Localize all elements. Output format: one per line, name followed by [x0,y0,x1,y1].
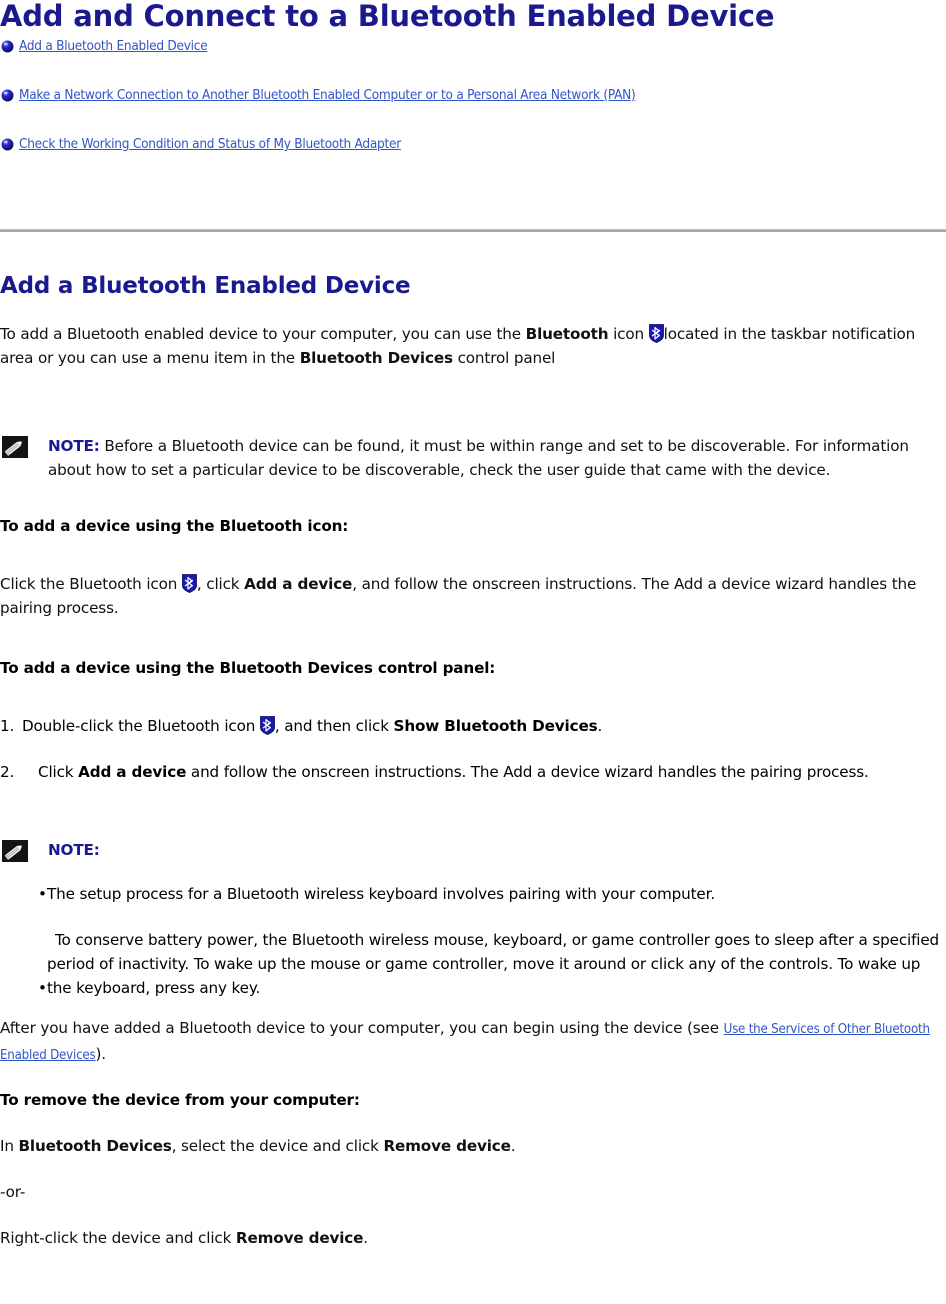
remove-part1: In [0,1137,19,1155]
blue-ball-bullet-icon [1,88,14,102]
note-callout-2: NOTE: [0,838,946,864]
bullet-marker: • [38,979,47,997]
intro-text-part2: icon [608,325,649,343]
subheading-bluetooth-icon-method: To add a device using the Bluetooth icon… [0,517,349,535]
bluetooth-icon [181,574,197,593]
click-icon-bold-add-device: Add a device [244,575,353,593]
rightclick-part2: . [363,1229,368,1247]
click-icon-paragraph: Click the Bluetooth icon , click Add a d… [0,572,946,620]
remove-bold-bt-devices: Bluetooth Devices [18,1137,172,1155]
click-icon-part2: , click [196,575,245,593]
pencil-note-icon [2,840,28,862]
toc-link-add-device[interactable]: Add a Bluetooth Enabled Device [19,38,208,54]
table-of-contents: Add a Bluetooth Enabled Device Make a Ne… [0,36,946,153]
intro-bold-bt-devices: Bluetooth Devices [299,349,453,367]
note-2-text: NOTE: [48,838,946,862]
note-1-label: NOTE: [48,437,100,455]
remove-part2: , select the device and click [171,1137,384,1155]
bluetooth-icon [648,324,664,343]
document-page: Add and Connect to a Bluetooth Enabled D… [0,0,946,1304]
remove-bold-remove-device: Remove device [383,1137,511,1155]
after-part2: ). [95,1045,106,1063]
step-1-part1: Double-click the Bluetooth icon [22,717,260,735]
section-heading: Add a Bluetooth Enabled Device [0,273,411,299]
after-part1: After you have added a Bluetooth device … [0,1019,724,1037]
bullet-marker: • [38,885,47,903]
numbered-steps-list: 1. Double-click the Bluetooth icon , and… [0,714,946,784]
main-section: Add a Bluetooth Enabled Device To add a … [0,272,946,1250]
note-callout-1: NOTE: Before a Bluetooth device can be f… [0,434,946,482]
step-1-part3: . [597,717,603,735]
blue-ball-bullet-icon [1,39,14,53]
step-2-bold: Add a device [78,763,187,781]
after-added-paragraph: After you have added a Bluetooth device … [0,1016,946,1068]
note-2-bullet-2-text: To conserve battery power, the Bluetooth… [47,931,940,997]
remove-part3: . [510,1137,516,1155]
horizontal-divider [0,229,946,232]
subheading-remove-device: To remove the device from your computer: [0,1091,360,1109]
list-item: Check the Working Condition and Status o… [0,134,946,153]
note-2-label: NOTE: [48,841,100,859]
step-1-bold: Show Bluetooth Devices [393,717,598,735]
intro-text-part4: control panel [452,349,556,367]
list-item: Make a Network Connection to Another Blu… [0,85,946,104]
list-item: 1. Double-click the Bluetooth icon , and… [0,714,946,738]
subheading-control-panel-method: To add a device using the Bluetooth Devi… [0,659,496,677]
or-separator: -or- [0,1183,26,1201]
toc-link-check-adapter[interactable]: Check the Working Condition and Status o… [19,136,401,152]
rightclick-part1: Right-click the device and click [0,1229,236,1247]
pencil-note-icon [2,436,28,458]
step-2-part1: Click [38,763,79,781]
note-2-bullet-list: • The setup process for a Bluetooth wire… [0,882,946,1000]
right-click-paragraph: Right-click the device and click Remove … [0,1226,946,1250]
intro-bold-bluetooth: Bluetooth [525,325,609,343]
list-item: 2. Click Add a device and follow the ons… [0,760,946,784]
toc-link-network-connection[interactable]: Make a Network Connection to Another Blu… [19,87,636,103]
step-2-body: Click Add a device and follow the onscre… [22,760,946,784]
click-icon-part1: Click the Bluetooth icon [0,575,182,593]
step-1-part2: , and then click [274,717,394,735]
rightclick-bold-remove-device: Remove device [235,1229,364,1247]
note-1-body: Before a Bluetooth device can be found, … [48,437,909,479]
note-1-text: NOTE: Before a Bluetooth device can be f… [48,434,946,482]
step-number-2: 2. [0,763,15,781]
list-item: • The setup process for a Bluetooth wire… [38,882,946,906]
list-item: • To conserve battery power, the Bluetoo… [38,928,946,1000]
step-1-body: Double-click the Bluetooth icon , and th… [22,714,946,738]
intro-text-part1: To add a Bluetooth enabled device to you… [0,325,526,343]
blue-ball-bullet-icon [1,137,14,151]
remove-device-paragraph: In Bluetooth Devices, select the device … [0,1134,946,1158]
step-2-part2: and follow the onscreen instructions. Th… [186,763,869,781]
page-title: Add and Connect to a Bluetooth Enabled D… [0,0,775,33]
note-2-bullet-1-text: The setup process for a Bluetooth wirele… [47,885,715,903]
step-number-1: 1. [0,717,15,735]
intro-paragraph: To add a Bluetooth enabled device to you… [0,322,946,370]
list-item: Add a Bluetooth Enabled Device [0,36,946,55]
bluetooth-icon [259,716,275,735]
